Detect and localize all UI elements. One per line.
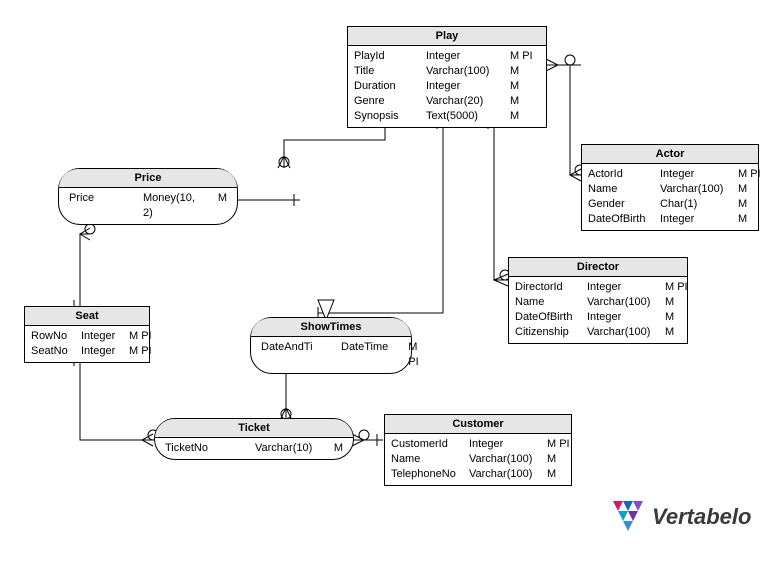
vertabelo-logo: Vertabelo [612,500,751,534]
entity-body: PlayIdIntegerM PI TitleVarchar(100)M Dur… [348,46,546,127]
table-row: ActorIdIntegerM PI [588,167,752,182]
assoc-ticket[interactable]: Ticket TicketNoVarchar(10)M [154,418,354,460]
assoc-body: DateAndTiDateTimeM PI [251,337,411,373]
table-row: DurationIntegerM [354,79,540,94]
vertabelo-wordmark: Vertabelo [652,504,751,530]
table-row: DateAndTiDateTimeM PI [261,340,401,370]
table-row: DirectorIdIntegerM PI [515,280,681,295]
table-row: GenreVarchar(20)M [354,94,540,109]
assoc-title: ShowTimes [251,318,411,337]
table-row: RowNoIntegerM PI [31,329,143,344]
assoc-showtimes[interactable]: ShowTimes DateAndTiDateTimeM PI [250,317,412,374]
entity-title: Seat [25,307,149,326]
assoc-body: PriceMoney(10, 2)M [59,188,237,224]
table-row: TelephoneNoVarchar(100)M [391,467,565,482]
entity-actor[interactable]: Actor ActorIdIntegerM PI NameVarchar(100… [581,144,759,231]
table-row: SeatNoIntegerM PI [31,344,143,359]
table-row: PlayIdIntegerM PI [354,49,540,64]
table-row: NameVarchar(100)M [588,182,752,197]
entity-body: CustomerIdIntegerM PI NameVarchar(100)M … [385,434,571,485]
table-row: DateOfBirthIntegerM [515,310,681,325]
table-row: NameVarchar(100)M [515,295,681,310]
table-row: NameVarchar(100)M [391,452,565,467]
table-row: TitleVarchar(100)M [354,64,540,79]
entity-title: Customer [385,415,571,434]
table-row: CustomerIdIntegerM PI [391,437,565,452]
entity-seat[interactable]: Seat RowNoIntegerM PI SeatNoIntegerM PI [24,306,150,363]
table-row: GenderChar(1)M [588,197,752,212]
assoc-price[interactable]: Price PriceMoney(10, 2)M [58,168,238,225]
entity-body: ActorIdIntegerM PI NameVarchar(100)M Gen… [582,164,758,230]
assoc-title: Price [59,169,237,188]
assoc-title: Ticket [155,419,353,438]
entity-body: DirectorIdIntegerM PI NameVarchar(100)M … [509,277,687,343]
vertabelo-icon [612,500,646,534]
table-row: CitizenshipVarchar(100)M [515,325,681,340]
table-row: TicketNoVarchar(10)M [165,441,343,456]
entity-body: RowNoIntegerM PI SeatNoIntegerM PI [25,326,149,362]
entity-director[interactable]: Director DirectorIdIntegerM PI NameVarch… [508,257,688,344]
entity-title: Play [348,27,546,46]
entity-play[interactable]: Play PlayIdIntegerM PI TitleVarchar(100)… [347,26,547,128]
entity-customer[interactable]: Customer CustomerIdIntegerM PI NameVarch… [384,414,572,486]
table-row: SynopsisText(5000)M [354,109,540,124]
entity-title: Director [509,258,687,277]
erd-canvas: Play PlayIdIntegerM PI TitleVarchar(100)… [0,0,765,561]
table-row: PriceMoney(10, 2)M [69,191,227,221]
assoc-body: TicketNoVarchar(10)M [155,438,353,459]
entity-title: Actor [582,145,758,164]
table-row: DateOfBirthIntegerM [588,212,752,227]
